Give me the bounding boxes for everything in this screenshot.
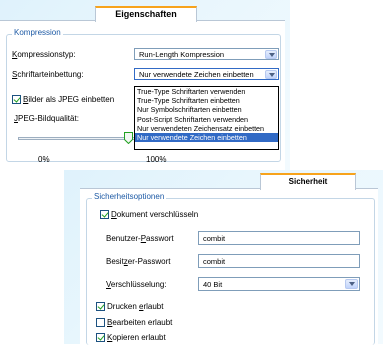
- chevron-down-icon[interactable]: [345, 279, 358, 289]
- copy-allowed-label-text: opieren erlaubt: [112, 333, 166, 342]
- encryption-label: Verschlüsselung:: [106, 280, 167, 289]
- dropdown-option-selected[interactable]: Nur verwendete Zeichen einbetten: [135, 132, 278, 143]
- owner-password-input[interactable]: combit: [198, 254, 360, 268]
- compression-type-value: Run-Length Kompression: [139, 50, 225, 59]
- user-password-label-post: asswort: [146, 234, 174, 243]
- owner-password-label: Besitzer-Passwort: [106, 257, 170, 266]
- user-password-value: combit: [203, 234, 226, 243]
- compression-type-label-text: ompressionstyp:: [17, 50, 76, 59]
- jpeg-quality-label-text: PEG-Bildqualität:: [18, 114, 79, 123]
- print-allowed-label: Drucken erlaubt: [107, 302, 163, 311]
- compression-type-select[interactable]: Run-Length Kompression: [134, 48, 279, 60]
- tab-eigenschaften[interactable]: Eigenschaften: [95, 6, 197, 22]
- font-embedding-value: Nur verwendete Zeichen einbetten: [139, 70, 254, 79]
- compression-group-title: Kompression: [12, 28, 63, 37]
- chevron-down-icon[interactable]: [265, 50, 277, 59]
- encrypt-document-label-text: okument verschlüsseln: [116, 210, 199, 219]
- dropdown-option[interactable]: Nur Symbolschriftarten einbetten: [135, 105, 278, 114]
- jpeg-embed-label-text: ilder als JPEG einbetten: [28, 95, 115, 104]
- owner-password-label-post: er-Passwort: [127, 257, 171, 266]
- encryption-label-text: erschlüsselung:: [110, 280, 167, 289]
- edit-allowed-label-text: earbeiten erlaubt: [112, 318, 173, 327]
- dropdown-option[interactable]: Nur verwendeten Zeichensatz einbetten: [135, 124, 278, 133]
- encryption-value: 40 Bit: [203, 280, 223, 289]
- compression-type-label: Kompressionstyp:: [12, 50, 76, 59]
- print-allowed-label-pre: Drucken: [107, 302, 140, 311]
- owner-password-value: combit: [203, 257, 226, 266]
- print-allowed-label-post: rlaubt: [143, 302, 164, 311]
- encrypt-document-checkbox[interactable]: [100, 210, 109, 219]
- dropdown-option[interactable]: True-Type Schriftarten einbetten: [135, 96, 278, 105]
- dropdown-option[interactable]: Post-Script Schriftarten verwenden: [135, 115, 278, 124]
- slider-max-label: 100%: [146, 155, 167, 164]
- slider-min-label: 0%: [38, 155, 50, 164]
- font-embedding-label-text: chriftarteinbettung:: [17, 70, 84, 79]
- copy-allowed-checkbox[interactable]: [96, 333, 105, 342]
- user-password-label-pre: Benutzer-: [106, 234, 141, 243]
- user-password-label: Benutzer-Passwort: [106, 234, 174, 243]
- font-embedding-dropdown-list[interactable]: True-Type Schriftarten verwenden True-Ty…: [134, 86, 279, 150]
- user-password-input[interactable]: combit: [198, 231, 360, 245]
- font-embedding-select[interactable]: Nur verwendete Zeichen einbetten: [134, 68, 279, 80]
- font-embedding-label: Schriftarteinbettung:: [12, 70, 84, 79]
- encryption-select[interactable]: 40 Bit: [198, 277, 360, 291]
- jpeg-quality-slider-thumb[interactable]: [124, 132, 133, 144]
- print-allowed-checkbox[interactable]: [96, 302, 105, 311]
- edit-allowed-label: Bearbeiten erlaubt: [107, 318, 172, 327]
- owner-password-label-pre: Besit: [106, 257, 124, 266]
- chevron-down-icon[interactable]: [265, 70, 277, 79]
- jpeg-embed-checkbox[interactable]: [12, 95, 21, 104]
- jpeg-quality-label: JPEG-Bildqualität:: [14, 114, 79, 123]
- security-group-title: Sicherheitsoptionen: [92, 192, 167, 201]
- jpeg-embed-label: Bilder als JPEG einbetten: [23, 95, 114, 104]
- dropdown-option[interactable]: True-Type Schriftarten verwenden: [135, 87, 278, 96]
- edit-allowed-checkbox[interactable]: [96, 318, 105, 327]
- copy-allowed-label: Kopieren erlaubt: [107, 333, 166, 342]
- encrypt-document-label: Dokument verschlüsseln: [111, 210, 198, 219]
- tab-sicherheit[interactable]: Sicherheit: [260, 173, 356, 190]
